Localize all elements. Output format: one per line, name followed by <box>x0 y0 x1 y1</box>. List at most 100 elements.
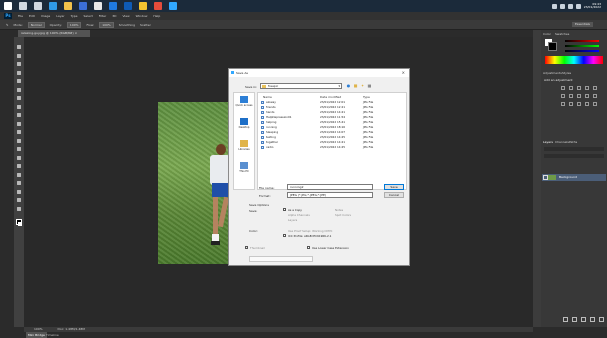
gradient-map-icon[interactable] <box>585 102 589 106</box>
trash-icon[interactable] <box>599 317 604 322</box>
chrome-icon[interactable] <box>139 2 147 10</box>
blend-mode-bar[interactable] <box>544 154 604 158</box>
file-row[interactable]: friends 23/01/2022 12:21 JPG File <box>261 105 405 110</box>
app-icon-4[interactable] <box>124 2 132 10</box>
flow-input[interactable]: 100% <box>99 21 114 28</box>
file-row[interactable]: aloway 23/01/2022 12:01 JPG File <box>261 100 405 105</box>
menu-help[interactable]: Help <box>153 14 160 18</box>
taskbar-clock[interactable]: 09:43 23/01/2022 <box>584 2 601 10</box>
posterize-icon[interactable] <box>569 102 573 106</box>
crop-tool-icon[interactable] <box>17 79 21 83</box>
shape-tool-icon[interactable] <box>17 189 21 194</box>
quick-select-tool-icon[interactable] <box>17 70 21 75</box>
history-brush-tool-icon[interactable] <box>17 121 21 126</box>
healing-tool-icon[interactable] <box>17 96 21 100</box>
battery-icon[interactable] <box>567 3 573 9</box>
marquee-tool-icon[interactable] <box>17 53 21 58</box>
menu-filter[interactable]: Filter <box>99 14 106 18</box>
dialog-titlebar[interactable]: Save As × <box>229 69 409 77</box>
view-menu-icon[interactable]: ▦ <box>367 83 372 88</box>
icc-profile-checkbox[interactable] <box>283 234 286 237</box>
doc-size[interactable]: Doc: 1.48M/1.48M <box>58 327 85 331</box>
file-row[interactable]: texting 23/01/2022 14:25 JPG File <box>261 135 405 140</box>
color-spectrum[interactable] <box>545 56 603 64</box>
tab-adjustments[interactable]: Adjustments <box>543 71 562 75</box>
workspace-switcher[interactable]: Essentials <box>571 22 593 27</box>
brush-tool-icon[interactable] <box>17 104 21 109</box>
levels-icon[interactable] <box>569 86 573 90</box>
new-layer-icon[interactable] <box>590 317 595 322</box>
curves-icon[interactable] <box>577 86 581 90</box>
file-row[interactable]: Sleeping 23/01/2022 14:07 JPG File <box>261 130 405 135</box>
place-desktop[interactable]: Desktop <box>234 118 254 129</box>
menu-view[interactable]: View <box>122 14 129 18</box>
format-dropdown[interactable]: JPEG (*.JPG;*.JPEG;*.JPE) <box>287 192 373 198</box>
file-name-input[interactable]: running2 <box>287 184 373 190</box>
back-icon[interactable]: ● <box>346 83 351 88</box>
menu-file[interactable]: File <box>18 14 23 18</box>
app-icon-1[interactable] <box>79 2 87 10</box>
blur-tool-icon[interactable] <box>17 147 21 151</box>
place-this-pc[interactable]: This PC <box>234 162 254 173</box>
hue-saturation-icon[interactable] <box>561 94 565 98</box>
chrome-icon-2[interactable] <box>154 2 162 10</box>
link-layers-icon[interactable] <box>563 317 568 322</box>
close-icon[interactable]: × <box>402 70 405 75</box>
background-color-chip[interactable] <box>548 42 557 51</box>
menu-window[interactable]: Window <box>136 14 148 18</box>
new-folder-icon[interactable]: ✦ <box>360 83 365 88</box>
volume-icon[interactable] <box>559 3 565 9</box>
tab-paths[interactable]: Paths <box>569 140 577 144</box>
search-icon[interactable] <box>19 2 27 10</box>
menu-select[interactable]: Select <box>84 14 93 18</box>
file-explorer-icon[interactable] <box>64 2 72 10</box>
as-a-copy-checkbox[interactable] <box>283 208 286 211</box>
green-slider[interactable] <box>565 45 599 47</box>
tab-swatches[interactable]: Swatches <box>555 32 569 36</box>
menu-layer[interactable]: Layer <box>56 14 64 18</box>
lasso-tool-icon[interactable] <box>17 62 21 66</box>
file-row[interactable]: helping 23/01/2022 15:41 JPG File <box>261 120 405 125</box>
file-list[interactable]: Name Date modified Type aloway 23/01/2022… <box>257 92 407 190</box>
file-row[interactable]: hands 23/01/2022 14:21 JPG File <box>261 110 405 115</box>
menu-edit[interactable]: Edit <box>29 14 35 18</box>
tab-channels[interactable]: Channels <box>555 140 569 144</box>
eraser-tool-icon[interactable] <box>17 130 21 134</box>
type-tool-icon[interactable] <box>17 172 21 177</box>
network-icon[interactable] <box>551 3 557 9</box>
cancel-button[interactable]: Cancel <box>384 192 404 198</box>
save-in-dropdown[interactable]: freepic ▾ <box>260 83 342 89</box>
column-date-modified[interactable]: Date modified <box>320 95 341 99</box>
gradient-tool-icon[interactable] <box>17 138 21 143</box>
background-color-swatch[interactable] <box>18 222 22 226</box>
smoothing-label[interactable]: Smoothing <box>119 23 135 27</box>
file-row[interactable]: running 23/01/2022 18:16 JPG File <box>261 125 405 130</box>
task-view-icon[interactable] <box>34 2 42 10</box>
lower-case-checkbox[interactable] <box>307 246 310 249</box>
app-icon-2[interactable] <box>94 2 102 10</box>
file-row[interactable]: cadio 23/01/2022 14:25 JPG File <box>261 145 405 150</box>
move-tool-icon[interactable] <box>17 45 21 49</box>
edge-icon[interactable] <box>49 2 57 10</box>
up-folder-icon[interactable]: ■ <box>353 83 358 88</box>
app-icon-3[interactable] <box>109 2 117 10</box>
clone-stamp-tool-icon[interactable] <box>17 113 21 117</box>
layer-row-background[interactable]: Background <box>542 174 606 181</box>
document-tab[interactable]: relaxing-guy.jpg @ 100% (RGB/8#) × <box>18 30 90 37</box>
place-libraries[interactable]: Libraries <box>234 140 254 151</box>
fx-icon[interactable] <box>572 317 577 322</box>
mode-select[interactable]: Normal <box>27 21 45 28</box>
place-quick-access[interactable]: Quick access <box>234 96 254 107</box>
photo-filter-icon[interactable] <box>585 94 589 98</box>
layer-filter-bar[interactable] <box>544 147 604 151</box>
notification-icon[interactable] <box>575 3 581 9</box>
red-slider[interactable] <box>565 40 599 42</box>
brightness-icon[interactable] <box>561 86 565 90</box>
save-button[interactable]: Save <box>384 184 404 190</box>
column-type[interactable]: Type <box>363 95 370 99</box>
menu-3d[interactable]: 3D <box>112 14 116 18</box>
file-row[interactable]: HelpDepression01 23/01/2022 11:54 JPG File <box>261 115 405 120</box>
menu-type[interactable]: Type <box>71 14 78 18</box>
threshold-icon[interactable] <box>577 102 581 106</box>
menu-image[interactable]: Image <box>41 14 50 18</box>
